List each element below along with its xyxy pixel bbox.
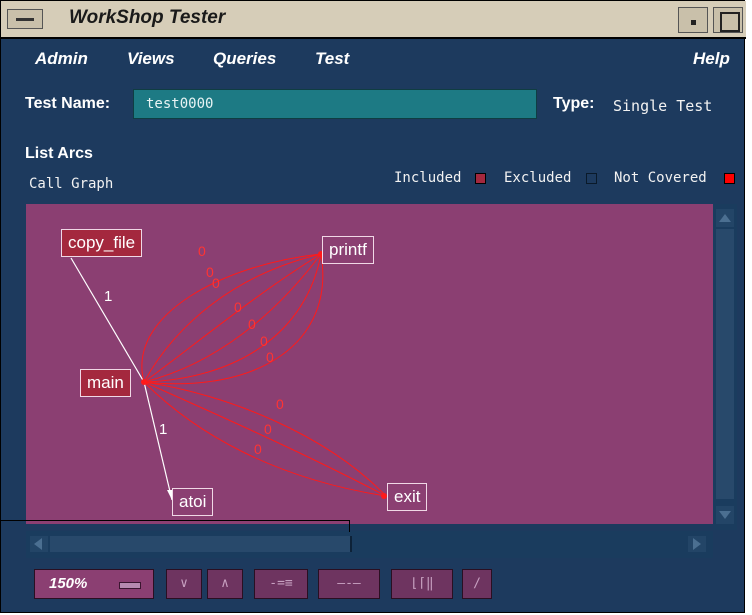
section-subtitle: Call Graph (29, 176, 114, 192)
minimize-button[interactable] (678, 7, 708, 33)
arcs-main-exit (143, 381, 387, 497)
layout-vertical-icon[interactable]: ⌊⌈‖ (391, 569, 453, 599)
zoom-value: 150% (49, 575, 88, 592)
menu-views[interactable]: Views (127, 49, 175, 69)
type-value: Single Test (613, 97, 713, 115)
maximize-button[interactable] (713, 7, 743, 33)
vertical-scroll-thumb[interactable] (716, 229, 734, 499)
arc-main-atoi (143, 381, 173, 501)
scroll-right-arrow-icon[interactable] (688, 536, 706, 552)
type-label: Type: (553, 95, 595, 112)
layout-horizontal-icon[interactable]: —-— (318, 569, 380, 599)
horizontal-scroll-thumb[interactable] (50, 536, 352, 552)
legend-excluded-label: Excluded (504, 170, 572, 186)
node-printf[interactable]: printf (322, 236, 374, 264)
arcs-main-printf (141, 253, 324, 385)
callout-line (0, 520, 350, 521)
window-menu-button[interactable] (7, 9, 43, 29)
section-title: List Arcs (25, 145, 93, 162)
menu-queries[interactable]: Queries (213, 49, 276, 69)
zero-label-7: 0 (266, 349, 274, 365)
test-name-field[interactable] (133, 89, 537, 119)
test-name-label: Test Name: (25, 95, 111, 112)
layout-tree-icon[interactable]: -=≡ (254, 569, 308, 599)
workshop-tester-window: WorkShop Tester Admin Views Queries Test… (0, 0, 746, 613)
graph-toolbar: 150% ∨ ∧ -=≡ —-— ⌊⌈‖ ∕ (26, 566, 726, 606)
scroll-up-arrow-icon[interactable] (716, 209, 734, 227)
vertical-scrollbar[interactable] (713, 204, 737, 530)
zero-edge-labels: 0 0 0 0 0 0 0 0 0 0 (198, 243, 284, 457)
zero-label-3: 0 (212, 275, 220, 291)
zero-label-5: 0 (248, 316, 256, 332)
scroll-left-arrow-icon[interactable] (30, 536, 48, 552)
legend-included-label: Included (394, 170, 462, 186)
node-copy-file[interactable]: copy_file (61, 229, 143, 257)
menu-bar: Admin Views Queries Test Help (1, 39, 746, 79)
zero-label-10: 0 (254, 441, 262, 457)
chevron-down-icon[interactable]: ∨ (166, 569, 202, 599)
edge-label-main-atoi: 1 (159, 421, 167, 438)
legend-included-swatch (475, 173, 486, 184)
node-atoi[interactable]: atoi (172, 488, 214, 516)
zero-label-8: 0 (276, 396, 284, 412)
option-menu-indicator-icon (119, 582, 141, 589)
test-name-input[interactable] (134, 90, 536, 118)
call-graph-canvas[interactable]: 1 1 0 0 0 0 0 0 0 0 0 0 copy_file printf… (26, 204, 713, 524)
zero-label-1: 0 (198, 243, 206, 259)
callout-line-tick (349, 520, 350, 532)
zero-label-9: 0 (264, 421, 272, 437)
node-exit[interactable]: exit (387, 483, 428, 511)
arc-copy-file-main (70, 257, 145, 383)
window-title: WorkShop Tester (69, 7, 226, 28)
zero-label-6: 0 (260, 333, 268, 349)
node-main[interactable]: main (80, 369, 131, 397)
menu-admin[interactable]: Admin (35, 49, 88, 69)
edge-label-copy-file-main: 1 (104, 288, 112, 305)
legend-excluded-swatch (586, 173, 597, 184)
horizontal-scrollbar[interactable] (26, 531, 713, 558)
zero-label-4: 0 (234, 299, 242, 315)
legend-not-covered-label: Not Covered (614, 170, 707, 186)
scroll-down-arrow-icon[interactable] (716, 506, 734, 524)
main-entry-dot (141, 379, 147, 385)
title-bar: WorkShop Tester (1, 1, 746, 39)
zoom-option-menu[interactable]: 150% (34, 569, 154, 599)
menu-test[interactable]: Test (315, 49, 349, 69)
rotate-layout-icon[interactable]: ∕ (462, 569, 492, 599)
menu-help[interactable]: Help (693, 49, 730, 69)
chevron-up-icon[interactable]: ∧ (207, 569, 243, 599)
legend-not-covered-swatch (724, 173, 735, 184)
